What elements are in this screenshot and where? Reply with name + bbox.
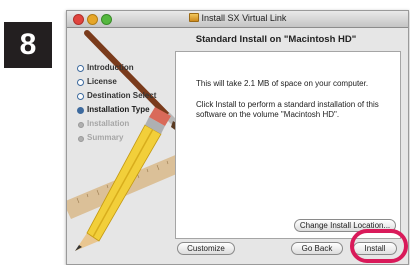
- change-install-location-button[interactable]: Change Install Location...: [294, 219, 396, 232]
- install-instructions: Click Install to perform a standard inst…: [196, 100, 379, 119]
- title-bar[interactable]: Install SX Virtual Link: [67, 11, 408, 28]
- step-label: Installation: [87, 119, 130, 128]
- space-required-message: This will take 2.1 MB of space on your c…: [196, 79, 369, 88]
- package-icon: [188, 13, 199, 22]
- step-label: License: [87, 77, 117, 86]
- step-number-badge: 8: [4, 22, 52, 68]
- content-panel: This will take 2.1 MB of space on your c…: [175, 51, 401, 239]
- step-installation-type: Installation Type: [77, 103, 156, 117]
- step-indicator-icon: [77, 65, 84, 72]
- step-label: Installation Type: [87, 105, 150, 114]
- installer-window: Install SX Virtual Link Standard Install…: [66, 10, 409, 265]
- step-destination-select: Destination Select: [77, 89, 156, 103]
- installer-subtitle: Standard Install on "Macintosh HD": [195, 34, 357, 45]
- customize-button[interactable]: Customize: [177, 242, 235, 255]
- step-label: Summary: [87, 133, 124, 142]
- install-button[interactable]: Install: [353, 242, 397, 255]
- window-title: Install SX Virtual Link: [67, 13, 408, 23]
- step-indicator-icon: [77, 107, 84, 114]
- step-indicator-icon: [77, 93, 84, 100]
- step-indicator-icon: [78, 122, 84, 128]
- go-back-button[interactable]: Go Back: [291, 242, 343, 255]
- installer-steps-list: Introduction License Destination Select …: [77, 61, 156, 145]
- step-label: Introduction: [87, 63, 134, 72]
- window-title-text: Install SX Virtual Link: [201, 13, 287, 23]
- step-introduction: Introduction: [77, 61, 156, 75]
- step-indicator-icon: [78, 136, 84, 142]
- step-license: License: [77, 75, 156, 89]
- step-indicator-icon: [77, 79, 84, 86]
- step-label: Destination Select: [87, 91, 157, 100]
- step-summary: Summary: [77, 131, 156, 145]
- step-installation: Installation: [77, 117, 156, 131]
